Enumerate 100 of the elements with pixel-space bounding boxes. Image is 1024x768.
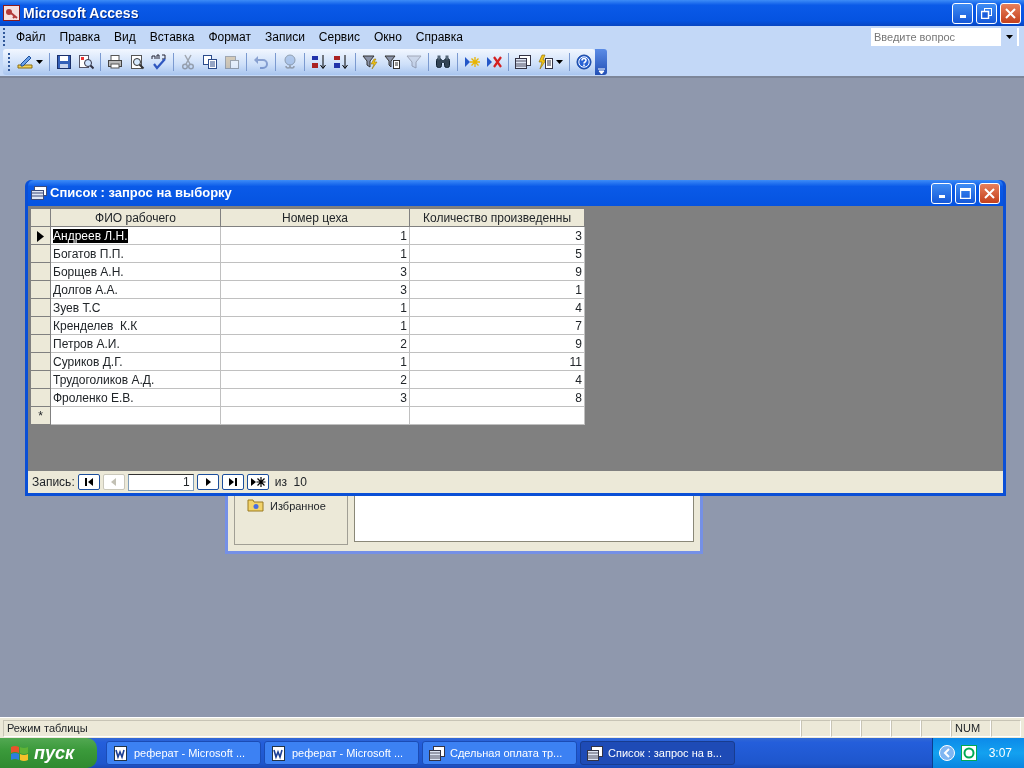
taskbar-button[interactable]: реферат - Microsoft ... (264, 741, 419, 765)
folder-star-icon (247, 498, 264, 512)
record-number-field[interactable]: 1 (127, 473, 194, 491)
menu-item[interactable]: Сервис (311, 28, 367, 46)
menu-item[interactable]: Вставка (142, 28, 202, 46)
table-cell: 9 (409, 262, 585, 281)
spelling-check-icon (151, 54, 167, 70)
table-cell: Борщев А.Н. (50, 262, 221, 281)
last-record-button[interactable] (221, 474, 244, 490)
group-label[interactable]: Избранное (270, 498, 326, 515)
select-all-cell[interactable] (30, 208, 51, 227)
chevron-left-icon[interactable] (938, 745, 955, 761)
column-header[interactable]: ФИО рабочего (50, 208, 221, 227)
menu-item[interactable]: Записи (258, 28, 312, 46)
taskbar-button[interactable]: реферат - Microsoft ... (106, 741, 261, 765)
menu-item[interactable]: Вид (107, 28, 143, 46)
menu-item[interactable]: Файл (9, 28, 53, 46)
new-record-icon (464, 54, 480, 70)
first-record-button[interactable] (77, 474, 100, 490)
status-panel (801, 719, 831, 737)
toolbar-options-icon[interactable] (597, 68, 605, 75)
table-cell: 1 (220, 352, 410, 371)
datasheet-icon (587, 744, 603, 762)
status-panel (921, 719, 951, 737)
undo-arrow-icon (253, 54, 269, 70)
minimize-button[interactable] (952, 2, 973, 24)
new-record-icon (249, 477, 266, 487)
help-button[interactable] (573, 51, 595, 73)
sort-descending-icon (333, 54, 349, 70)
table-cell: Андреев Л.Н. (53, 228, 128, 243)
close-button[interactable] (1000, 2, 1021, 24)
table-cell: 2 (220, 334, 410, 353)
minimize-icon (938, 194, 945, 198)
table-cell: 8 (409, 388, 585, 407)
floppy-icon (56, 54, 72, 70)
table-cell: 1 (220, 316, 410, 335)
sort-ascending-icon (311, 54, 327, 70)
table-cell: Кренделев К.К (50, 316, 221, 335)
document-icon (271, 744, 287, 762)
menu-item[interactable]: Справка (408, 28, 470, 46)
table-cell: 3 (220, 280, 410, 299)
status-indicator: NUM (951, 719, 991, 737)
menu-item[interactable]: Формат (201, 28, 259, 46)
binoculars-icon (435, 54, 451, 70)
empty-cell[interactable] (409, 406, 585, 425)
status-panel (861, 719, 891, 737)
menu-item[interactable]: Окно (366, 28, 409, 46)
table-cell: 9 (409, 334, 585, 353)
document-icon (113, 744, 129, 762)
restore-button[interactable] (976, 2, 997, 24)
table-cell: 1 (220, 298, 410, 317)
table-cell: Суриков Д.Г. (50, 352, 221, 371)
ruler-pencil-icon (17, 54, 33, 70)
last-icon (227, 477, 238, 487)
table-cell: 11 (409, 352, 585, 371)
table-cell: Зуев Т.С (50, 298, 221, 317)
close-button[interactable] (979, 182, 1000, 204)
file-search-icon (78, 54, 94, 70)
taskbar-button[interactable]: Список : запрос на в... (580, 741, 735, 765)
table-cell: Долгов А.А. (50, 280, 221, 299)
table-cell: 3 (220, 262, 410, 281)
window-title: Список : запрос на выборку (50, 184, 233, 203)
datasheet-icon (31, 186, 47, 200)
table-cell: 3 (220, 388, 410, 407)
record-label: Запись: (32, 474, 75, 491)
language-indicator-icon[interactable] (960, 745, 977, 761)
help-icon (576, 54, 592, 70)
empty-cell[interactable] (220, 406, 410, 425)
table-cell: 7 (409, 316, 585, 335)
table-cell: 2 (220, 370, 410, 389)
help-search-field[interactable]: Введите вопрос (870, 27, 1020, 47)
funnel-lightning-icon (362, 54, 378, 70)
start-button[interactable]: пуск (0, 738, 97, 768)
funnel-icon (406, 54, 422, 70)
database-window-icon (515, 54, 531, 70)
new-record-nav-button[interactable] (246, 474, 269, 490)
print-preview-icon (129, 54, 145, 70)
next-record-button[interactable] (196, 474, 219, 490)
minimize-button[interactable] (931, 182, 952, 204)
status-panel (891, 719, 921, 737)
menu-item[interactable]: Правка (52, 28, 108, 46)
table-cell: Фроленко Е.В. (50, 388, 221, 407)
table-cell: 4 (409, 298, 585, 317)
record-count: из 10 (274, 474, 307, 491)
close-icon (1005, 7, 1016, 19)
datasheet-icon (429, 744, 445, 762)
scissors-icon (180, 54, 196, 70)
column-header[interactable]: Количество произведенны (409, 208, 585, 227)
taskbar-button[interactable]: Сдельная оплата тр... (422, 741, 577, 765)
table-cell: Богатов П.П. (50, 244, 221, 263)
clock: 3:07 (988, 745, 1012, 762)
table-cell: 3 (409, 226, 585, 245)
table-cell: Петров А.И. (50, 334, 221, 353)
table-cell: 1 (220, 226, 410, 245)
table-cell: Трудоголиков А.Д. (50, 370, 221, 389)
maximize-button[interactable] (955, 182, 976, 204)
key-icon (3, 5, 20, 21)
column-header[interactable]: Номер цеха (220, 208, 410, 227)
funnel-form-icon (384, 54, 400, 70)
table-cell: 4 (409, 370, 585, 389)
